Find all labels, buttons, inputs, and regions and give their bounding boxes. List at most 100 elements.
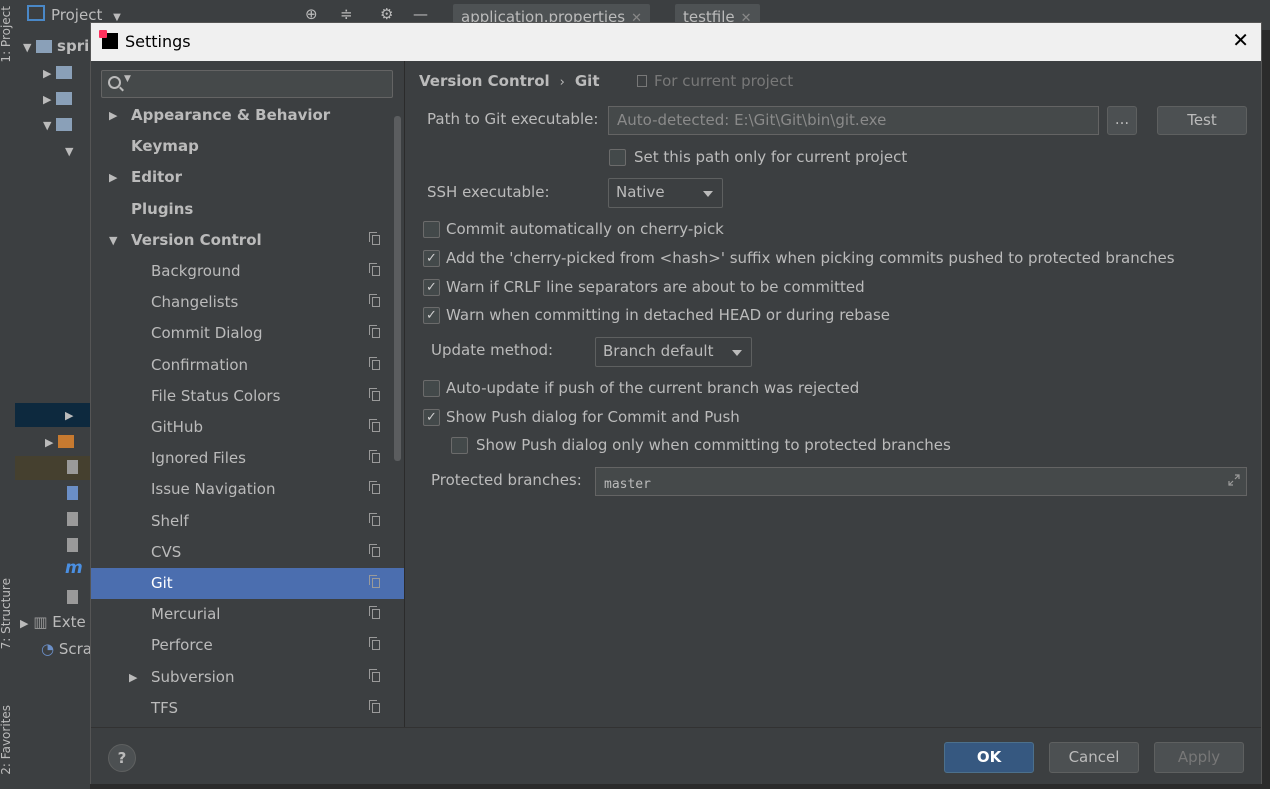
folder-icon (56, 66, 73, 79)
sidebar-item-perforce[interactable]: Perforce (91, 630, 404, 661)
project-scope-icon (369, 294, 380, 307)
settings-search-input[interactable]: ▼ (101, 70, 393, 98)
sidebar-item-confirmation[interactable]: Confirmation (91, 350, 404, 381)
sidebar-item-subversion[interactable]: ▶ Subversion (91, 662, 404, 693)
tree-highlighted-row[interactable] (15, 456, 90, 480)
project-tree: ▼ spri ▶ ▶ ▼ ▼ ▶ ▶ ▶ m ▶ ▥ Exte ◔ Scra (15, 30, 92, 789)
tree-item[interactable]: ▶ (43, 89, 73, 107)
project-scope-icon (369, 513, 380, 526)
tree-file[interactable] (67, 510, 78, 528)
chevron-right-icon[interactable]: ▶ (109, 100, 117, 131)
warn-crlf-checkbox[interactable]: ✓ (423, 279, 440, 296)
tree-selected-row[interactable] (15, 403, 90, 427)
tree-item[interactable]: ▼ (43, 115, 73, 133)
tree-root[interactable]: ▼ spri (23, 37, 89, 55)
tree-item[interactable]: ▶ (43, 63, 73, 81)
folder-icon (36, 40, 53, 53)
git-path-field[interactable]: Auto-detected: E:\Git\Git\bin\git.exe (608, 106, 1099, 135)
project-scope-icon (369, 606, 380, 619)
dialog-title: Settings (125, 32, 191, 51)
dialog-title-bar[interactable]: Settings ✕ (91, 23, 1261, 61)
settings-dialog: Settings ✕ ▼ ▶ Appearance & Behavior Keyma… (90, 22, 1262, 784)
sidebar-item-mercurial[interactable]: Mercurial (91, 599, 404, 630)
sidebar-item-background[interactable]: Background (91, 256, 404, 287)
sidebar-item-ignored-files[interactable]: Ignored Files (91, 443, 404, 474)
gear-icon[interactable]: ⚙ (380, 5, 393, 23)
chevron-down-icon (732, 350, 742, 356)
markdown-file-icon (67, 486, 78, 500)
sidebar-item-keymap[interactable]: Keymap (91, 131, 404, 162)
breadcrumb-parent[interactable]: Version Control (419, 72, 550, 90)
sidebar-item-plugins[interactable]: Plugins (91, 194, 404, 225)
warn-detached-head-checkbox[interactable]: ✓ (423, 307, 440, 324)
chevron-right-icon[interactable]: ▶ (129, 662, 137, 693)
favorites-tool-tab[interactable]: 2: Favorites (0, 705, 13, 775)
sidebar-item-version-control[interactable]: ▼ Version Control (91, 225, 404, 256)
browse-button[interactable]: ... (1107, 106, 1137, 135)
show-push-dialog-checkbox[interactable]: ✓ (423, 409, 440, 426)
cherry-pick-auto-commit-checkbox[interactable] (423, 221, 440, 238)
project-scope-icon (369, 450, 380, 463)
sidebar-item-changelists[interactable]: Changelists (91, 287, 404, 318)
hide-icon[interactable]: — (413, 5, 428, 23)
tree-item[interactable]: ▶ (65, 405, 73, 423)
apply-button[interactable]: Apply (1154, 742, 1244, 773)
sidebar-item-label: Editor (131, 168, 182, 186)
test-button[interactable]: Test (1157, 106, 1247, 135)
sidebar-item-label: Appearance & Behavior (131, 106, 331, 124)
sidebar-item-tfs[interactable]: TFS (91, 693, 404, 724)
sidebar-item-label: CVS (151, 543, 182, 561)
collapse-all-icon[interactable]: ≑ (340, 5, 353, 23)
sidebar-item-editor[interactable]: ▶ Editor (91, 162, 404, 193)
warn-detached-head-label: Warn when committing in detached HEAD or… (446, 306, 891, 324)
settings-navigation: ▼ ▶ Appearance & Behavior Keymap ▶ Editor Plu… (91, 61, 405, 727)
sidebar-item-label: Background (151, 262, 241, 280)
sidebar-item-label: Commit Dialog (151, 324, 263, 342)
tree-item[interactable]: ▼ (65, 141, 73, 159)
expand-icon[interactable] (1228, 474, 1240, 486)
chevron-right-icon[interactable]: ▶ (109, 162, 117, 193)
ssh-executable-select[interactable]: Native (608, 178, 723, 208)
cherry-picked-suffix-checkbox[interactable]: ✓ (423, 250, 440, 267)
file-icon (67, 538, 78, 552)
file-icon (67, 460, 78, 474)
auto-update-checkbox[interactable] (423, 380, 440, 397)
sidebar-item-git[interactable]: Git (91, 568, 404, 599)
project-tool-tab[interactable]: 1: Project (0, 6, 13, 63)
locate-icon[interactable]: ⊕ (305, 5, 318, 23)
sidebar-item-shelf[interactable]: Shelf (91, 506, 404, 537)
protected-branches-field[interactable]: master (595, 467, 1247, 496)
project-scope-icon (369, 481, 380, 494)
tree-item[interactable]: ▶ (45, 432, 75, 450)
chevron-down-icon[interactable]: ▼ (109, 225, 117, 256)
sidebar-item-appearance-behavior[interactable]: ▶ Appearance & Behavior (91, 100, 404, 131)
path-only-project-checkbox[interactable] (609, 149, 626, 166)
tree-file[interactable] (67, 484, 78, 502)
help-button[interactable]: ? (108, 744, 136, 772)
structure-tool-tab[interactable]: 7: Structure (0, 578, 13, 649)
tree-scratches[interactable]: ◔ Scra (41, 640, 92, 658)
nav-scrollbar[interactable] (394, 116, 401, 461)
folder-icon (58, 435, 75, 448)
tree-file[interactable] (67, 458, 78, 476)
scope-note: For current project (637, 72, 793, 90)
close-dialog-icon[interactable]: ✕ (1232, 29, 1249, 51)
tree-file[interactable] (67, 536, 78, 554)
sidebar-item-file-status-colors[interactable]: File Status Colors (91, 381, 404, 412)
ok-button[interactable]: OK (944, 742, 1034, 773)
show-push-protected-checkbox[interactable] (451, 437, 468, 454)
breadcrumb: Version Control › Git (419, 72, 599, 90)
tree-file[interactable] (67, 588, 78, 606)
sidebar-item-github[interactable]: GitHub (91, 412, 404, 443)
sidebar-item-label: Confirmation (151, 356, 249, 374)
project-scope-icon (369, 419, 380, 432)
cancel-button[interactable]: Cancel (1049, 742, 1139, 773)
update-method-select[interactable]: Branch default (595, 337, 752, 367)
sidebar-item-cvs[interactable]: CVS (91, 537, 404, 568)
show-push-dialog-label: Show Push dialog for Commit and Push (446, 408, 740, 426)
sidebar-item-commit-dialog[interactable]: Commit Dialog (91, 318, 404, 349)
maven-file-icon[interactable]: m (65, 558, 83, 578)
sidebar-item-issue-navigation[interactable]: Issue Navigation (91, 474, 404, 505)
git-settings-panel: Version Control › Git For current project … (405, 61, 1261, 727)
tree-external-libraries[interactable]: ▶ ▥ Exte (20, 613, 86, 631)
